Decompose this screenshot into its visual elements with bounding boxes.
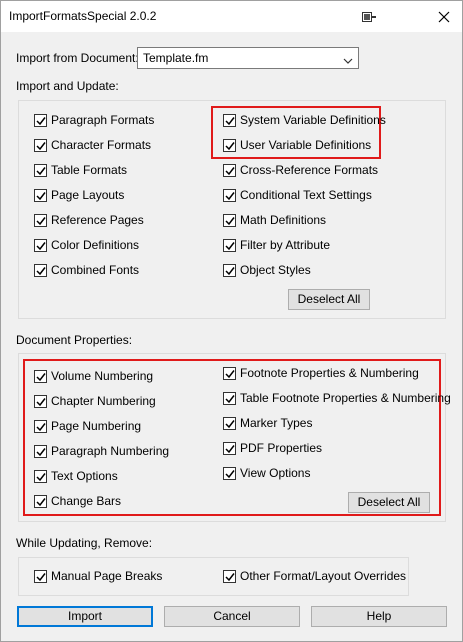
check-icon (223, 570, 236, 583)
check-icon (223, 239, 236, 252)
check-icon (34, 139, 47, 152)
import-button[interactable]: Import (17, 606, 153, 627)
check-icon (34, 570, 47, 583)
dialog-window: ImportFormatsSpecial 2.0.2 Import from D… (0, 0, 463, 642)
check-icon (34, 420, 47, 433)
check-icon (223, 164, 236, 177)
import-from-dropdown[interactable]: Template.fm (137, 47, 359, 69)
check-icon (223, 467, 236, 480)
deselect-all-properties-button[interactable]: Deselect All (348, 492, 430, 513)
help-button[interactable]: Help (311, 606, 447, 627)
document-properties-label: Document Properties: (16, 333, 133, 347)
check-icon (34, 370, 47, 383)
remove-label: While Updating, Remove: (16, 536, 153, 550)
check-icon (34, 470, 47, 483)
import-update-label: Import and Update: (16, 79, 119, 93)
import-from-value: Template.fm (143, 51, 209, 65)
check-icon (223, 214, 236, 227)
check-icon (223, 139, 236, 152)
window-title: ImportFormatsSpecial 2.0.2 (9, 9, 157, 23)
import-from-label: Import from Document: (16, 51, 139, 65)
check-icon (223, 264, 236, 277)
check-icon (223, 367, 236, 380)
check-icon (223, 442, 236, 455)
check-icon (34, 495, 47, 508)
close-icon[interactable] (426, 3, 462, 31)
check-icon (223, 114, 236, 127)
check-icon (223, 189, 236, 202)
check-icon (34, 395, 47, 408)
deselect-all-import-button[interactable]: Deselect All (288, 289, 370, 310)
check-icon (34, 264, 47, 277)
check-icon (34, 445, 47, 458)
pin-window-icon[interactable] (362, 11, 376, 22)
chevron-down-icon (343, 54, 353, 64)
check-icon (34, 189, 47, 202)
check-icon (34, 164, 47, 177)
check-icon (223, 392, 236, 405)
cancel-button[interactable]: Cancel (164, 606, 300, 627)
title-bar: ImportFormatsSpecial 2.0.2 (1, 1, 462, 32)
check-icon (223, 417, 236, 430)
check-icon (34, 114, 47, 127)
check-icon (34, 239, 47, 252)
check-icon (34, 214, 47, 227)
